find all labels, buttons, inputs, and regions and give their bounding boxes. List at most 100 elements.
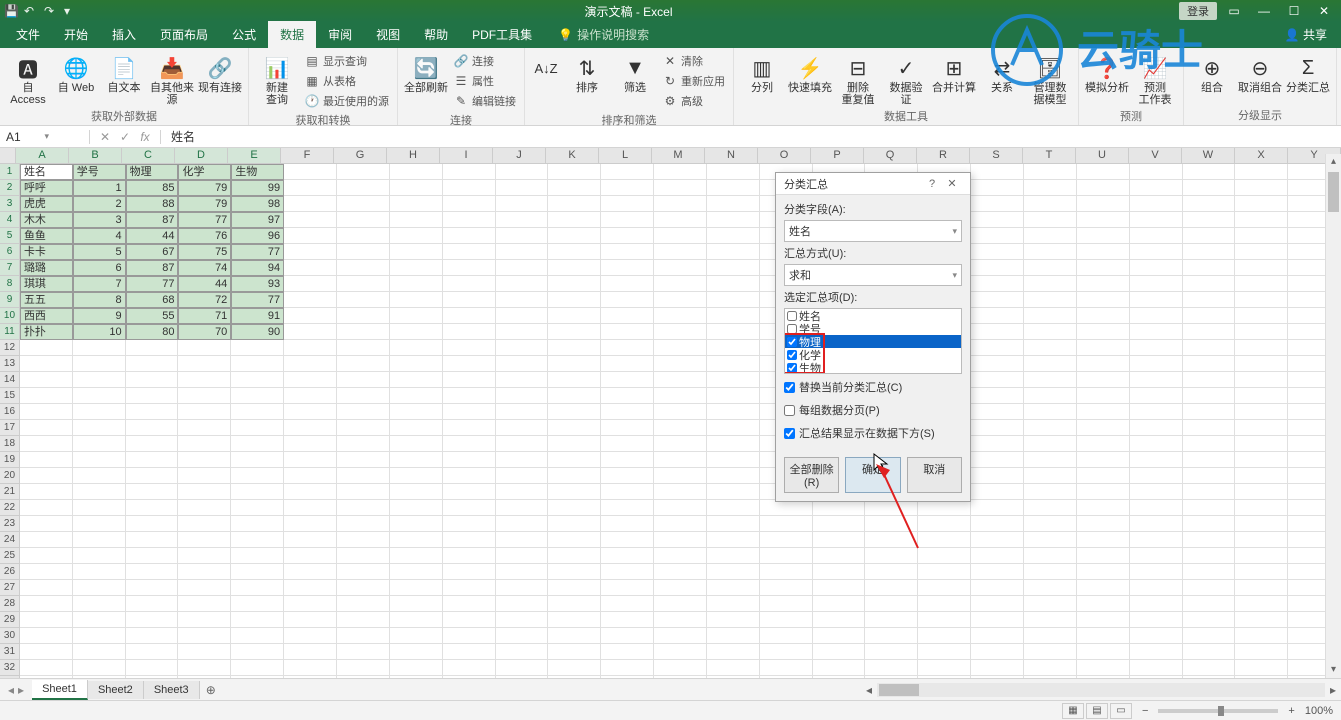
cell[interactable]: [1183, 196, 1236, 212]
cell[interactable]: [390, 372, 443, 388]
cell[interactable]: [337, 532, 390, 548]
sheet-nav-next-icon[interactable]: ▸: [18, 683, 24, 697]
cell[interactable]: [178, 548, 231, 564]
cell[interactable]: [971, 484, 1024, 500]
cell[interactable]: [337, 420, 390, 436]
what-if-button[interactable]: ❓模拟分析: [1085, 50, 1129, 94]
scroll-left-icon[interactable]: ◂: [861, 683, 877, 697]
ribbon-options-icon[interactable]: ▭: [1221, 4, 1247, 18]
cell[interactable]: [548, 404, 601, 420]
cell[interactable]: [601, 388, 654, 404]
cell[interactable]: [548, 324, 601, 340]
cell[interactable]: [760, 532, 813, 548]
row-header[interactable]: 15: [0, 388, 20, 404]
cell[interactable]: [918, 612, 971, 628]
cell[interactable]: [284, 244, 337, 260]
cell[interactable]: [601, 548, 654, 564]
cell[interactable]: [126, 660, 179, 676]
cell[interactable]: 75: [178, 244, 231, 260]
cell[interactable]: [601, 532, 654, 548]
cell[interactable]: [707, 228, 760, 244]
cell[interactable]: [1235, 612, 1288, 628]
cell[interactable]: [1024, 532, 1077, 548]
cell[interactable]: [707, 660, 760, 676]
cell[interactable]: [1130, 644, 1183, 660]
cell[interactable]: [1183, 388, 1236, 404]
cell[interactable]: [813, 660, 866, 676]
name-box[interactable]: A1 ▾: [0, 130, 90, 144]
cell[interactable]: [390, 436, 443, 452]
cell[interactable]: [1130, 244, 1183, 260]
cell[interactable]: [707, 340, 760, 356]
cell[interactable]: [865, 612, 918, 628]
cell[interactable]: [654, 340, 707, 356]
cell[interactable]: [390, 580, 443, 596]
cell[interactable]: [496, 164, 549, 180]
cell[interactable]: [284, 308, 337, 324]
cell[interactable]: [971, 564, 1024, 580]
advanced-button[interactable]: ⚙高级: [661, 92, 727, 110]
cell[interactable]: [231, 660, 284, 676]
cell[interactable]: 72: [178, 292, 231, 308]
cell[interactable]: 木木: [20, 212, 73, 228]
cell[interactable]: [1024, 596, 1077, 612]
cell[interactable]: [178, 356, 231, 372]
cell[interactable]: [654, 660, 707, 676]
cell[interactable]: [126, 644, 179, 660]
cell[interactable]: [1183, 660, 1236, 676]
cell[interactable]: [337, 372, 390, 388]
cell[interactable]: [1130, 340, 1183, 356]
cell[interactable]: [1235, 372, 1288, 388]
cell[interactable]: [601, 228, 654, 244]
cell[interactable]: 97: [231, 212, 284, 228]
column-header[interactable]: T: [1023, 148, 1076, 163]
cell[interactable]: [707, 372, 760, 388]
cell[interactable]: [813, 548, 866, 564]
sheet-tab-1[interactable]: Sheet1: [32, 680, 88, 700]
cell[interactable]: [231, 468, 284, 484]
recent-sources-button[interactable]: 🕐最近使用的源: [303, 92, 391, 110]
cell[interactable]: [126, 516, 179, 532]
cell[interactable]: [443, 180, 496, 196]
cell[interactable]: [337, 340, 390, 356]
cell[interactable]: [1077, 548, 1130, 564]
cell[interactable]: [548, 436, 601, 452]
cell[interactable]: [1130, 532, 1183, 548]
cell[interactable]: [971, 164, 1024, 180]
properties-button[interactable]: ☰属性: [452, 72, 518, 90]
cell[interactable]: [601, 308, 654, 324]
cell[interactable]: [707, 596, 760, 612]
cell[interactable]: [178, 612, 231, 628]
method-select[interactable]: 求和 ▾: [784, 264, 962, 286]
row-header[interactable]: 17: [0, 420, 20, 436]
cell[interactable]: [654, 308, 707, 324]
cell[interactable]: [760, 516, 813, 532]
cell[interactable]: [1024, 372, 1077, 388]
cell[interactable]: [1077, 356, 1130, 372]
cell[interactable]: [548, 452, 601, 468]
cell[interactable]: [73, 420, 126, 436]
column-header[interactable]: E: [228, 148, 281, 163]
cell[interactable]: [601, 340, 654, 356]
cell[interactable]: [390, 628, 443, 644]
cell[interactable]: [918, 564, 971, 580]
zoom-out-icon[interactable]: −: [1142, 705, 1148, 717]
cell[interactable]: [1077, 324, 1130, 340]
cell[interactable]: [337, 580, 390, 596]
cell[interactable]: [654, 564, 707, 580]
cell[interactable]: [337, 212, 390, 228]
cell[interactable]: [548, 292, 601, 308]
cell[interactable]: [231, 548, 284, 564]
cell[interactable]: 96: [231, 228, 284, 244]
cell[interactable]: [443, 340, 496, 356]
cell[interactable]: [284, 596, 337, 612]
refresh-all-button[interactable]: 🔄全部刷新: [404, 50, 448, 94]
cell[interactable]: [971, 228, 1024, 244]
cell[interactable]: [20, 340, 73, 356]
cell[interactable]: [284, 180, 337, 196]
cell[interactable]: [390, 644, 443, 660]
replace-checkbox-input[interactable]: [784, 382, 795, 393]
cell[interactable]: [1235, 308, 1288, 324]
cell[interactable]: [178, 436, 231, 452]
cell[interactable]: 79: [178, 196, 231, 212]
